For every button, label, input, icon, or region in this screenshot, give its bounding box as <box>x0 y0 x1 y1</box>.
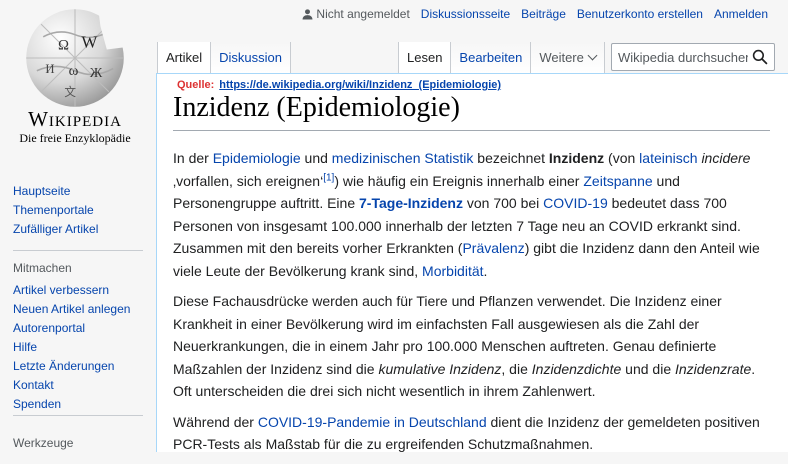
source-url-link[interactable]: https://de.wikipedia.org/wiki/Inzidenz_(… <box>219 79 501 91</box>
article-body: In der Epidemiologie und medizinischen S… <box>173 147 773 464</box>
tab-artikel[interactable]: Artikel <box>157 42 212 73</box>
reference-link[interactable]: [1] <box>323 172 334 183</box>
contributions-link[interactable]: Beiträge <box>521 7 566 21</box>
link-epidemiologie[interactable]: Epidemiologie <box>213 150 301 166</box>
tab-diskussion[interactable]: Diskussion <box>211 42 291 73</box>
wikipedia-logo[interactable]: Ω W И ω Ж 文 Wikipedia Die freie Enzyklop… <box>0 0 150 160</box>
sidebar-divider <box>13 250 143 251</box>
text: Während der <box>173 413 258 430</box>
svg-text:ω: ω <box>69 63 79 79</box>
text: und die <box>621 360 675 377</box>
link-morbiditaet[interactable]: Morbidität <box>422 263 483 279</box>
link-lateinisch[interactable]: lateinisch <box>639 150 697 166</box>
italic-term: kumulative Inzidenz <box>378 360 502 377</box>
sidebar-item-zufaelliger-artikel[interactable]: Zufälliger Artikel <box>13 220 153 239</box>
sidebar: Hauptseite Themenportale Zufälliger Arti… <box>13 182 153 456</box>
tab-weitere-label: Weitere <box>539 50 584 65</box>
title-divider <box>173 130 770 131</box>
create-account-link[interactable]: Benutzerkonto erstellen <box>577 7 703 21</box>
sidebar-item-spenden[interactable]: Spenden <box>13 395 153 414</box>
talk-page-link[interactable]: Diskussionsseite <box>421 7 510 21</box>
personal-tools: Nicht angemeldet Diskussionsseite Beiträ… <box>302 7 768 21</box>
user-status-label: Nicht angemeldet <box>316 7 410 21</box>
sidebar-divider <box>13 415 143 416</box>
sidebar-item-artikel-verbessern[interactable]: Artikel verbessern <box>13 281 153 300</box>
search-box <box>611 43 775 71</box>
login-link[interactable]: Anmelden <box>714 7 768 21</box>
sidebar-item-neuen-artikel-anlegen[interactable]: Neuen Artikel anlegen <box>13 300 153 319</box>
wikipedia-tagline: Die freie Enzyklopädie <box>19 131 131 145</box>
italic-term: Inzidenzdichte <box>531 360 622 377</box>
article-content: Quelle: https://de.wikipedia.org/wiki/Inz… <box>156 73 788 452</box>
sidebar-item-hauptseite[interactable]: Hauptseite <box>13 182 153 201</box>
namespace-tabs: Artikel Diskussion <box>157 42 291 73</box>
svg-text:W: W <box>81 32 97 51</box>
page-title: Inzidenz (Epidemiologie) <box>173 92 460 123</box>
text: . <box>483 262 488 279</box>
search-icon[interactable] <box>752 49 768 65</box>
svg-text:Ж: Ж <box>90 65 103 80</box>
tab-bearbeiten[interactable]: Bearbeiten <box>451 42 532 73</box>
puzzle-globe-icon: Ω W И ω Ж 文 <box>26 9 124 107</box>
svg-text:文: 文 <box>64 85 76 99</box>
chevron-down-icon <box>587 50 598 61</box>
sidebar-item-autorenportal[interactable]: Autorenportal <box>13 319 153 338</box>
text: von 700 bei <box>462 195 544 211</box>
sidebar-item-letzte-aenderungen[interactable]: Letzte Änderungen <box>13 357 153 376</box>
text: ) wie häufig ein Ereignis innerhalb eine… <box>334 172 584 189</box>
user-status: Nicht angemeldet <box>302 7 410 21</box>
italic-term: incidere <box>701 150 751 166</box>
svg-text:И: И <box>45 62 54 76</box>
user-icon <box>302 9 313 20</box>
link-medizinische-statistik[interactable]: medizinischen Statistik <box>332 150 474 166</box>
text: In der <box>173 150 213 166</box>
link-praevalenz[interactable]: Prävalenz <box>462 240 524 256</box>
source-label: Quelle: <box>177 79 215 91</box>
sidebar-heading-werkzeuge: Werkzeuge <box>13 436 74 450</box>
view-tabs: Lesen Bearbeiten Weitere <box>398 42 605 73</box>
paragraph: Diese Fachausdrücke werden auch für Tier… <box>173 290 773 403</box>
source-notice: Quelle: https://de.wikipedia.org/wiki/Inz… <box>177 79 501 91</box>
tab-weitere[interactable]: Weitere <box>531 42 605 73</box>
link-zeitspanne[interactable]: Zeitspanne <box>583 173 652 189</box>
link-covid-19[interactable]: COVID-19 <box>543 195 608 211</box>
text: (von <box>604 150 640 166</box>
link-covid-19-pandemie[interactable]: COVID-19-Pandemie in Deutschland <box>258 414 487 430</box>
paragraph: Während der COVID-19-Pandemie in Deutsch… <box>173 411 773 456</box>
wikipedia-wordmark: Wikipedia <box>28 107 122 131</box>
text: und <box>300 150 332 166</box>
sidebar-heading-mitmachen: Mitmachen <box>13 261 72 275</box>
tab-lesen[interactable]: Lesen <box>398 42 452 73</box>
italic-term: Inzidenzrate <box>675 360 752 377</box>
link-7-tage-inzidenz[interactable]: 7-Tage-Inzidenz <box>359 195 463 211</box>
paragraph: In der Epidemiologie und medizinischen S… <box>173 147 773 282</box>
sidebar-item-kontakt[interactable]: Kontakt <box>13 376 153 395</box>
sidebar-item-hilfe[interactable]: Hilfe <box>13 338 153 357</box>
text: ‚vorfallen, sich ereignen‘ <box>173 172 324 189</box>
text: , die <box>501 360 532 377</box>
search-input[interactable] <box>612 49 748 65</box>
sidebar-item-themenportale[interactable]: Themenportale <box>13 201 153 220</box>
text: bezeichnet <box>473 150 549 166</box>
svg-text:Ω: Ω <box>58 38 69 54</box>
bold-term: Inzidenz <box>548 150 605 166</box>
